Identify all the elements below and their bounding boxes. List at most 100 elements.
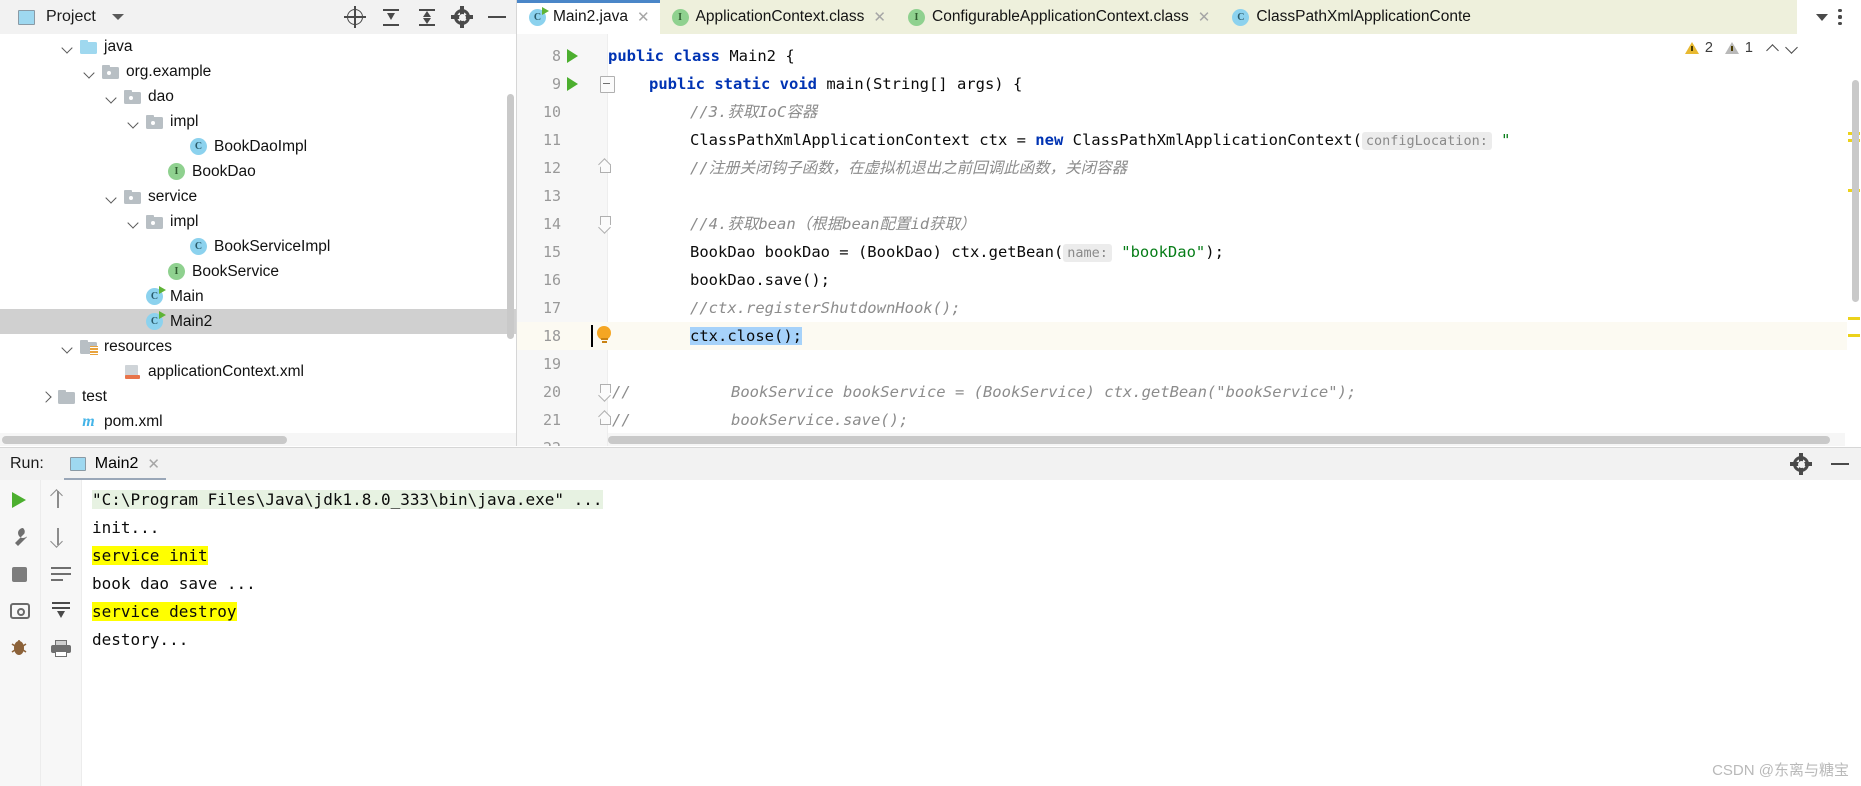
bug-icon[interactable] [8,636,32,660]
editor-tab-label: ConfigurableApplicationContext.class [932,8,1189,25]
text-caret [591,325,593,347]
tree-item[interactable]: I BookDao [0,159,516,184]
chevron-down-icon[interactable] [127,215,140,228]
scroll-to-end-icon[interactable] [49,599,73,623]
chevron-down-icon[interactable] [105,90,118,103]
locate-icon[interactable] [344,6,366,28]
close-icon[interactable]: ✕ [637,10,650,25]
code-line[interactable]: bookDao.save(); [690,266,830,294]
up-arrow-icon[interactable] [49,488,73,512]
close-icon[interactable]: ✕ [147,455,160,473]
code-token: //4.获取bean（根据bean配置id获取） [690,215,976,233]
tree-item[interactable]: impl [0,109,516,134]
tree-item-label: applicationContext.xml [148,362,304,380]
screenshot-icon[interactable] [8,599,32,623]
console-line-text: "C:\Program Files\Java\jdk1.8.0_333\bin\… [92,490,603,509]
editor-tab-actions [1797,0,1861,34]
editor-tab-configurableapplicationcontext[interactable]: I ConfigurableApplicationContext.class ✕ [896,0,1220,34]
code-fold-icon[interactable] [600,160,613,175]
rerun-icon[interactable] [8,488,32,512]
tree-item[interactable]: I BookService [0,259,516,284]
editor-tab-main2[interactable]: C Main2.java ✕ [517,0,660,34]
console-line: "C:\Program Files\Java\jdk1.8.0_333\bin\… [92,486,1861,514]
chevron-down-icon[interactable] [61,340,74,353]
down-arrow-icon[interactable] [49,525,73,549]
previous-problem-icon[interactable] [1767,42,1780,55]
kebab-menu-icon[interactable] [1838,9,1842,25]
code-line[interactable]: public static void main(String[] args) { [649,70,1022,98]
tree-item[interactable]: C Main [0,284,516,309]
tree-item[interactable]: service [0,184,516,209]
run-gutter-icon[interactable] [567,77,578,91]
inspection-widget[interactable]: 2 1 [1684,40,1799,56]
code-line[interactable]: public class Main2 { [608,42,795,70]
project-tree[interactable]: java org.example dao impl C BookDaoImpl I BookD… [0,34,517,446]
console-line: service destroy [92,598,1861,626]
hide-panel-icon[interactable] [486,6,508,28]
console-output[interactable]: "C:\Program Files\Java\jdk1.8.0_333\bin\… [82,480,1861,786]
tree-item[interactable]: applicationContext.xml [0,359,516,384]
code-token: Main2 { [729,47,795,65]
code-fold-icon[interactable] [600,216,613,231]
project-tree-horizontal-scrollbar[interactable] [0,433,516,446]
print-icon[interactable] [49,636,73,660]
chevron-down-icon[interactable] [61,40,74,53]
code-line[interactable]: //注册关闭钩子函数，在虚拟机退出之前回调此函数，关闭容器 [690,154,1127,182]
close-icon[interactable]: ✕ [1198,10,1211,25]
wrench-icon[interactable] [8,525,32,549]
code-line[interactable]: //3.获取IoC容器 [690,98,817,126]
tree-item[interactable]: impl [0,209,516,234]
settings-gear-icon[interactable] [1790,453,1812,475]
project-panel-header: Project [0,0,517,34]
run-tool-window-body: "C:\Program Files\Java\jdk1.8.0_333\bin\… [0,480,1861,786]
editor-horizontal-scrollbar[interactable] [608,433,1845,446]
console-line-text: init... [92,518,160,537]
line-number: 12 [542,159,561,177]
weak-warning-count: 1 [1744,40,1753,56]
next-problem-icon[interactable] [1786,42,1799,55]
tree-item[interactable]: dao [0,84,516,109]
editor-vertical-scrollbar[interactable] [1852,80,1859,302]
stop-icon[interactable] [8,562,32,586]
code-line[interactable]: ctx.close(); [690,322,802,350]
code-line[interactable]: BookDao bookDao = (BookDao) ctx.getBean(… [690,238,1224,266]
editor-tab-applicationcontext[interactable]: I ApplicationContext.class ✕ [660,0,896,34]
intention-bulb-icon[interactable] [597,326,612,345]
code-line[interactable]: ClassPathXmlApplicationContext ctx = new… [690,126,1511,154]
expand-all-icon[interactable] [380,6,402,28]
code-fold-icon[interactable] [600,76,615,93]
tree-item[interactable]: C BookDaoImpl [0,134,516,159]
project-tree-vertical-scrollbar[interactable] [507,94,514,339]
tree-item[interactable]: resources [0,334,516,359]
code-token: ClassPathXmlApplicationContext ctx = [690,131,1036,149]
close-icon[interactable]: ✕ [873,10,886,25]
package-folder-icon [102,64,119,79]
code-line[interactable]: //ctx.registerShutdownHook(); [690,294,961,322]
code-line[interactable]: // bookService.save(); [612,406,908,434]
chevron-down-icon[interactable] [127,115,140,128]
hide-panel-icon[interactable] [1829,453,1851,475]
code-editor[interactable]: 8 public class Main2 {9 public static void… [517,34,1861,446]
tree-item[interactable]: m pom.xml [0,409,516,434]
run-tab-main2[interactable]: Main2 ✕ [63,448,166,481]
collapse-all-icon[interactable] [416,6,438,28]
settings-gear-icon[interactable] [451,6,473,28]
soft-wrap-icon[interactable] [49,562,73,586]
maven-file-icon: m [82,413,95,430]
tree-item[interactable]: C BookServiceImpl [0,234,516,259]
chevron-down-icon[interactable] [83,65,96,78]
tree-item[interactable]: org.example [0,59,516,84]
tree-item[interactable]: test [0,384,516,409]
chevron-down-icon[interactable] [1816,13,1829,21]
tree-item[interactable]: C Main2 [0,309,516,334]
code-line[interactable]: //4.获取bean（根据bean配置id获取） [690,210,976,238]
editor-tab-classpathxmlapplicationcontext[interactable]: C ClassPathXmlApplicationConte [1220,0,1481,34]
code-line[interactable]: // BookService bookService = (BookService… [612,378,1356,406]
chevron-down-icon[interactable] [105,190,118,203]
chevron-right-icon[interactable] [39,390,52,403]
run-gutter-icon[interactable] [567,49,578,63]
tree-item[interactable]: java [0,34,516,59]
code-token: //注册关闭钩子函数，在虚拟机退出之前回调此函数，关闭容器 [690,159,1128,177]
java-interface-icon: I [908,8,925,26]
chevron-down-icon[interactable] [111,14,124,20]
